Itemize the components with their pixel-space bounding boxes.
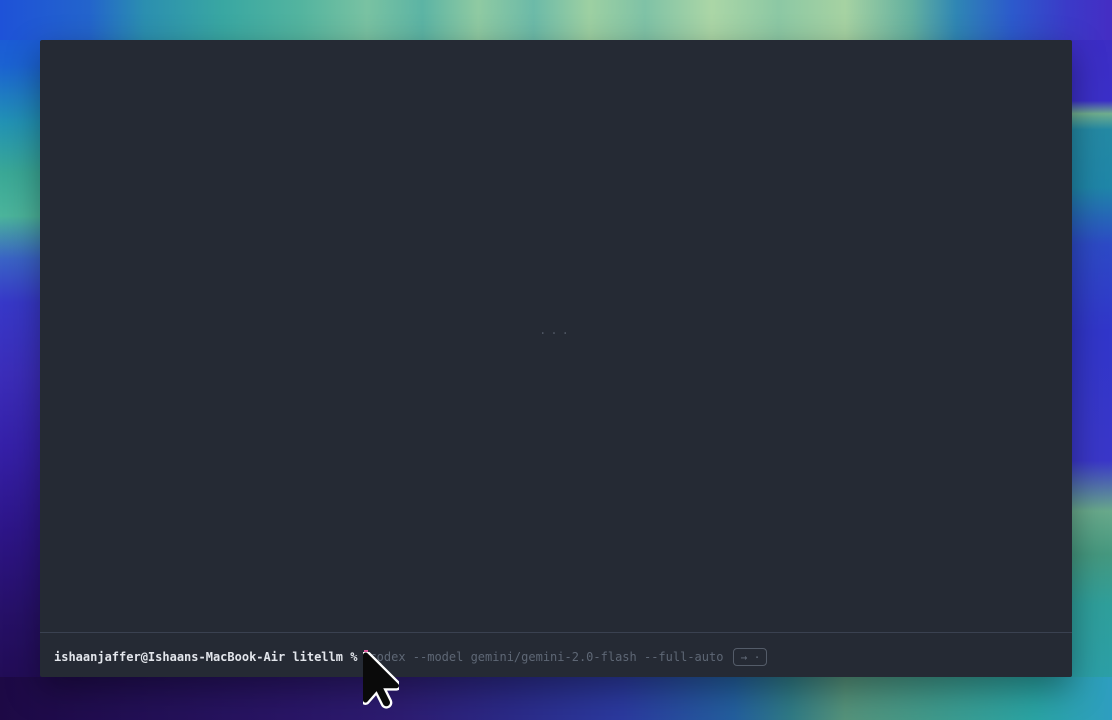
wallpaper-top-band bbox=[0, 0, 1112, 40]
terminal-output-area: ... bbox=[40, 40, 1072, 632]
accept-suggestion-key-badge: → · bbox=[733, 648, 767, 666]
wallpaper-bottom-band bbox=[0, 677, 1112, 720]
shell-prompt-label: ishaanjaffer@Ishaans-MacBook-Air litellm… bbox=[54, 649, 357, 665]
terminal-window[interactable]: ... ishaanjaffer@Ishaans-MacBook-Air lit… bbox=[40, 40, 1072, 677]
terminal-divider bbox=[40, 632, 1072, 633]
command-autosuggestion: codex --model gemini/gemini-2.0-flash --… bbox=[369, 649, 723, 665]
loading-ellipsis: ... bbox=[539, 323, 573, 337]
wallpaper-left-band bbox=[0, 0, 44, 720]
text-cursor bbox=[364, 650, 368, 664]
terminal-prompt-row[interactable]: ishaanjaffer@Ishaans-MacBook-Air litellm… bbox=[54, 644, 1058, 670]
wallpaper-right-band bbox=[1068, 0, 1112, 720]
